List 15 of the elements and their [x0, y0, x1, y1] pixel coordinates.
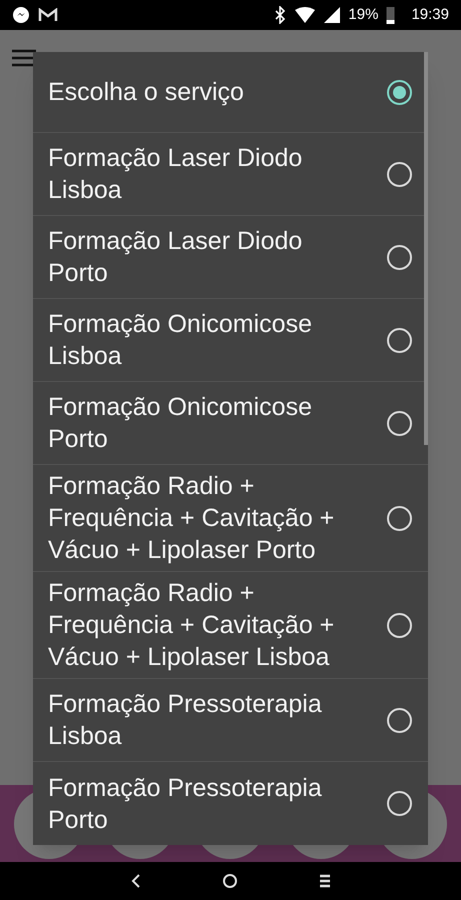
option-label: Escolha o serviço [48, 77, 245, 108]
option-label: Formação Radio + Frequência + Cavitação + Vácuo + Lipolaser Porto [48, 471, 336, 566]
option-row[interactable]: Formação Radio + Frequência + Cavitação + Vácuo + Lipolaser Porto [33, 465, 428, 572]
option-row[interactable]: Formação Pressoterapia Lisboa [33, 679, 428, 762]
option-label: Formação Onicomicose Lisboa [48, 309, 313, 372]
option-label: Formação Laser Diodo Lisboa [48, 143, 304, 206]
clock: 19:39 [411, 4, 449, 25]
option-row[interactable]: Formação Pressoterapia Porto [33, 762, 428, 845]
option-label: Formação Onicomicose Porto [48, 392, 313, 455]
option-label: Formação Pressoterapia Porto [48, 772, 323, 836]
battery-percentage: 19% [348, 4, 378, 25]
option-label: Formação Radio + Frequência + Cavitação + Vácuo + Lipolaser Lisboa [48, 578, 336, 673]
option-label: Formação Pressoterapia Lisboa [48, 689, 323, 752]
option-label: Formação Laser Diodo Porto [48, 226, 304, 289]
option-row[interactable]: Formação Radio + Frequência + Cavitação + Vácuo + Lipolaser Lisboa [33, 572, 428, 679]
